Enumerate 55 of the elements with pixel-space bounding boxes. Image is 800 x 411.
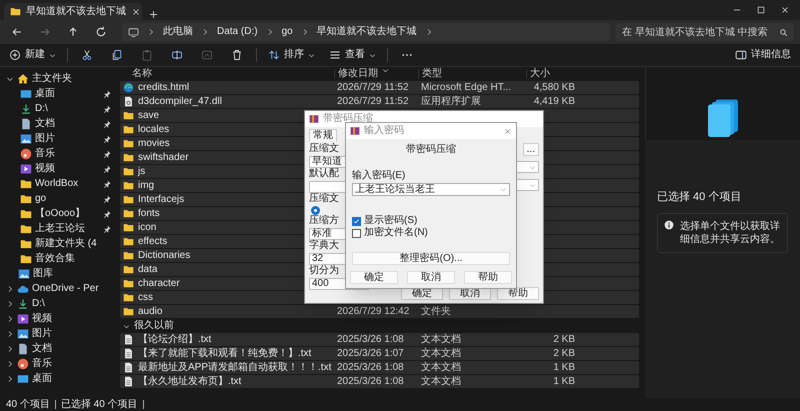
file-name: icon	[138, 222, 156, 232]
type-cell-text: Microsoft Edge HT...	[420, 82, 512, 92]
date-cell-text: 2025/3/26 1:08	[336, 362, 405, 372]
status-text: 40 个项目	[6, 400, 50, 410]
dialog-heading: 带密码压缩	[405, 145, 457, 155]
file-name: character	[138, 278, 180, 288]
window-title: 早知道就不该去地下城	[26, 6, 126, 16]
file-name: 【永久地址发布页】.txt	[138, 376, 242, 386]
file-name: Interfacejs	[138, 194, 184, 204]
dialog-title: 输入密码	[364, 126, 405, 136]
date-cell-text: 2026/7/29 11:52	[336, 82, 410, 92]
file-name: css	[138, 292, 153, 302]
file-name: 最新地址及APP请发邮箱自动获取！！！.txt	[138, 362, 332, 372]
date-cell-text: 2025/3/26 1:07	[336, 348, 405, 358]
size-cell-text: 4,580 KB	[532, 82, 576, 92]
type-cell-text: 文本文档	[420, 362, 462, 372]
date-cell-text: 2025/3/26 1:08	[336, 334, 405, 344]
date-cell-text: 2026/7/29 11:52	[336, 96, 410, 106]
field-label: 默认配	[309, 169, 339, 180]
size-cell-text: 2 KB	[552, 348, 576, 358]
dialog-title: 带密码压缩	[323, 114, 373, 124]
type-cell-text: 文本文档	[420, 348, 462, 358]
field-label: 切分为	[309, 266, 339, 277]
type-cell-text: 文件夹	[420, 306, 452, 316]
file-name: data	[138, 264, 158, 274]
file-name: 【论坛介绍】.txt	[138, 334, 212, 344]
file-name: Dictionaries	[138, 250, 190, 260]
file-name: audio	[138, 306, 162, 316]
date-cell-text: 2026/7/29 12:42	[336, 306, 410, 316]
field-label: 字典大	[309, 241, 339, 252]
status-text: 已选择 40 个项目	[60, 400, 138, 410]
file-name: save	[138, 110, 160, 120]
size-cell-text: 2 KB	[552, 334, 576, 344]
file-name: swiftshader	[138, 152, 189, 162]
file-name: 【来了就能下载和观看！纯免费！】.txt	[138, 348, 312, 358]
file-name: img	[138, 180, 154, 190]
field-label: 输入密码(E)	[351, 171, 406, 181]
file-name: js	[138, 166, 146, 176]
selection-heading: 已选择 40 个项目	[656, 192, 742, 203]
file-name: movies	[138, 138, 170, 148]
file-name: locales	[138, 124, 170, 134]
file-name: d3dcompiler_47.dll	[138, 96, 222, 106]
type-cell-text: 文本文档	[420, 376, 462, 386]
file-name: fonts	[138, 208, 160, 218]
field-label: 压缩文	[309, 144, 339, 155]
size-cell-text: 1 KB	[552, 362, 576, 372]
field-label: 压缩文	[309, 194, 339, 205]
file-name: effects	[138, 236, 168, 246]
info-text: 选择单个文件以获取详细信息并共享云内容。	[680, 220, 781, 246]
size-cell-text: 1 KB	[552, 376, 576, 386]
file-name: credits.html	[138, 82, 190, 92]
size-cell-text: 4,419 KB	[532, 96, 576, 106]
type-cell-text: 文本文档	[420, 334, 462, 344]
date-cell-text: 2025/3/26 1:08	[336, 376, 405, 386]
type-cell-text: 应用程序扩展	[420, 96, 482, 106]
